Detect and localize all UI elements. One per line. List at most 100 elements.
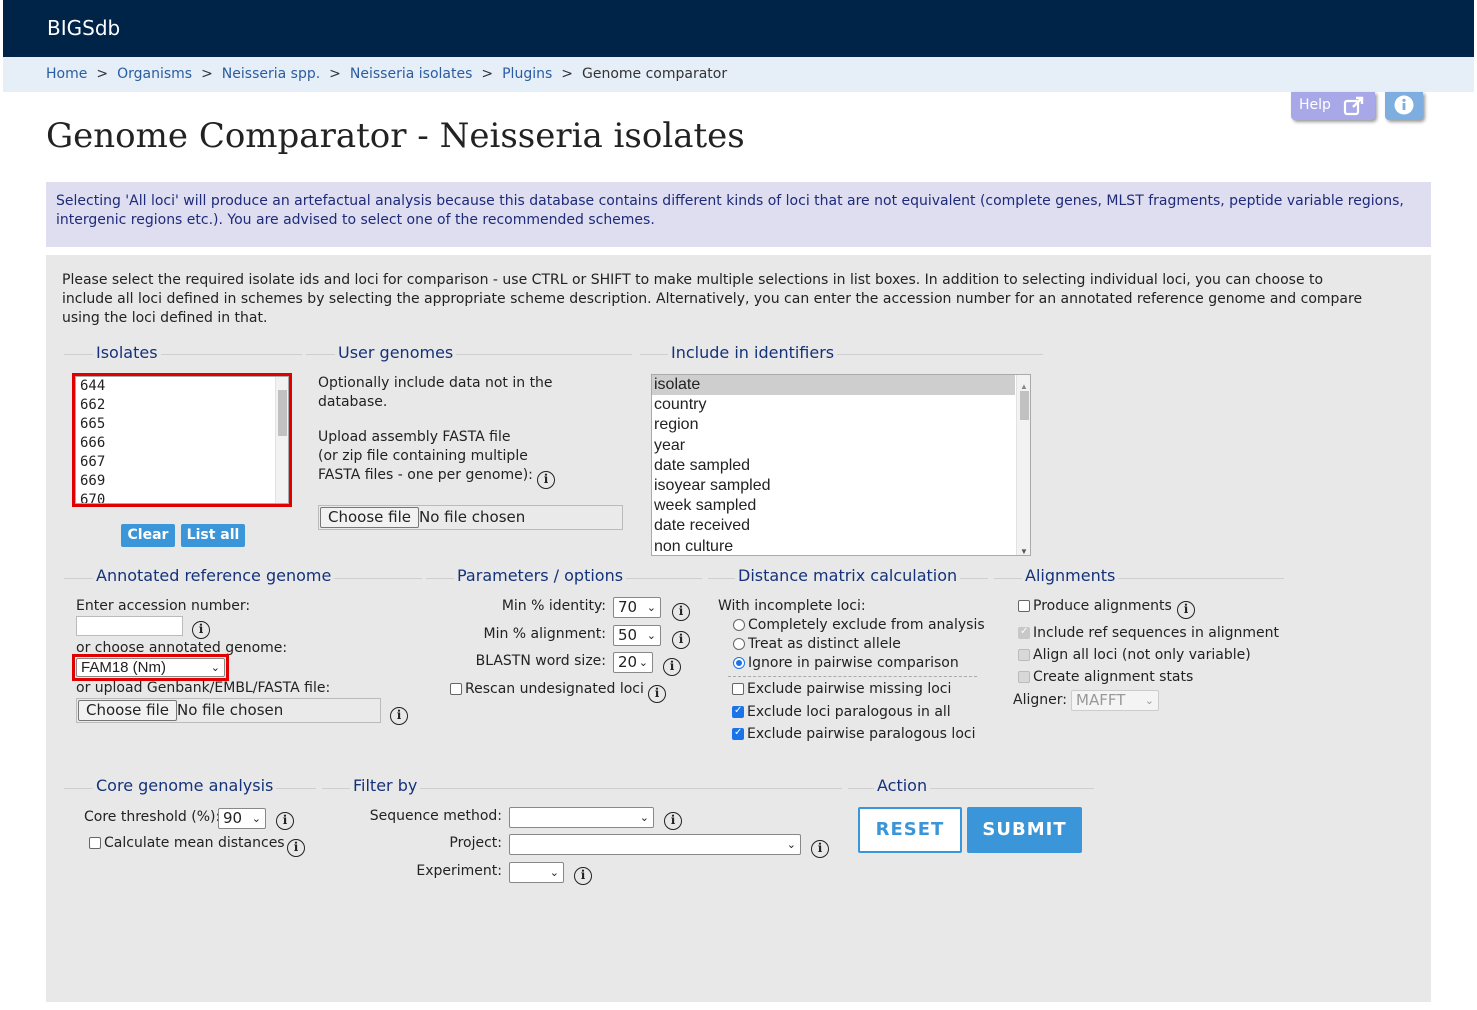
- isolates-scrollbar[interactable]: [275, 377, 288, 503]
- help-button[interactable]: Help: [1291, 92, 1375, 120]
- brand-logo[interactable]: BIGSdb: [47, 16, 120, 40]
- info-icon[interactable]: i: [574, 867, 592, 885]
- info-icon[interactable]: i: [276, 812, 294, 830]
- info-icon[interactable]: i: [672, 631, 690, 649]
- isolate-option[interactable]: 662: [80, 396, 105, 415]
- scroll-thumb[interactable]: [1020, 391, 1029, 420]
- rescan-label: Rescan undesignated loci: [465, 681, 644, 697]
- breadcrumb-separator: >: [329, 66, 341, 82]
- identifier-option[interactable]: week sampled: [652, 496, 1015, 516]
- radio-exclude-analysis[interactable]: [733, 619, 745, 631]
- reference-genome-select[interactable]: FAM18 (Nm) ⌄: [76, 658, 225, 677]
- radio-ignore-pairwise[interactable]: [733, 657, 745, 669]
- page-title: Genome Comparator - Neisseria isolates: [46, 116, 745, 156]
- identifier-option[interactable]: country: [652, 395, 1015, 415]
- identifier-option[interactable]: isoyear sampled: [652, 476, 1015, 496]
- alignment-stats-checkbox[interactable]: [1018, 671, 1030, 683]
- info-icon[interactable]: i: [192, 621, 210, 639]
- clear-button[interactable]: Clear: [121, 524, 175, 547]
- submit-button[interactable]: SUBMIT: [967, 807, 1082, 853]
- choose-file-button[interactable]: Choose file: [320, 507, 419, 528]
- chevron-down-icon: ⌄: [646, 601, 656, 614]
- identifiers-listbox[interactable]: isolate country region year date sampled…: [651, 374, 1031, 556]
- isolate-option[interactable]: 667: [80, 453, 105, 472]
- user-genome-file-input[interactable]: Choose file No file chosen: [318, 505, 623, 530]
- info-icon[interactable]: i: [287, 839, 305, 857]
- min-alignment-label: Min % alignment:: [483, 626, 607, 642]
- aligner-select[interactable]: MAFFT ⌄: [1071, 690, 1159, 711]
- identifier-option[interactable]: region: [652, 415, 1015, 435]
- word-size-value: 20: [618, 653, 638, 671]
- core-threshold-select[interactable]: 90 ⌄: [218, 808, 266, 829]
- isolate-option[interactable]: 665: [80, 415, 105, 434]
- info-icon[interactable]: i: [1177, 601, 1195, 619]
- chevron-down-icon: ⌄: [786, 838, 796, 851]
- reference-file-input[interactable]: Choose file No file chosen: [76, 698, 381, 723]
- min-alignment-select[interactable]: 50 ⌄: [613, 625, 661, 646]
- isolate-option[interactable]: 670: [80, 491, 105, 503]
- info-icon[interactable]: i: [390, 707, 408, 725]
- info-icon[interactable]: i: [672, 603, 690, 621]
- exclude-pairwise-paralogous-checkbox[interactable]: [732, 727, 744, 740]
- identifiers-scrollbar[interactable]: ▲ ▼: [1016, 375, 1030, 555]
- core-legend: Core genome analysis: [93, 776, 277, 795]
- scroll-thumb[interactable]: [278, 390, 287, 436]
- intro-text: Please select the required isolate ids a…: [62, 272, 1363, 326]
- accession-input[interactable]: [76, 616, 183, 636]
- info-button[interactable]: [1385, 92, 1423, 120]
- isolates-listbox[interactable]: 644 662 665 666 667 669 670: [75, 376, 289, 504]
- radio-distinct-allele[interactable]: [733, 638, 745, 650]
- list-all-button[interactable]: List all: [181, 524, 245, 547]
- info-icon[interactable]: i: [648, 685, 666, 703]
- exclude-paralogous-all-checkbox[interactable]: [732, 705, 744, 718]
- upload-label-1: Upload assembly FASTA file: [318, 429, 511, 445]
- mean-distances-checkbox[interactable]: [89, 837, 101, 849]
- chevron-down-icon: ⌄: [638, 656, 648, 669]
- breadcrumb-neisseria-isolates[interactable]: Neisseria isolates: [350, 66, 472, 82]
- identifier-option[interactable]: year: [652, 436, 1015, 456]
- info-icon[interactable]: i: [811, 840, 829, 858]
- identifier-option[interactable]: non culture: [652, 537, 1015, 555]
- produce-alignments-checkbox[interactable]: [1018, 600, 1030, 612]
- choose-file-button[interactable]: Choose file: [78, 700, 177, 721]
- breadcrumb-neisseria-spp[interactable]: Neisseria spp.: [222, 66, 320, 82]
- min-identity-value: 70: [618, 598, 638, 616]
- isolate-option[interactable]: 644: [80, 377, 105, 396]
- info-icon[interactable]: i: [664, 812, 682, 830]
- isolate-option[interactable]: 666: [80, 434, 105, 453]
- info-icon[interactable]: i: [663, 658, 681, 676]
- upload-label-3: FASTA files - one per genome):: [318, 467, 533, 483]
- breadcrumb-separator: >: [561, 66, 573, 82]
- project-select[interactable]: ⌄: [509, 834, 801, 855]
- rescan-checkbox[interactable]: [450, 683, 462, 695]
- reset-button[interactable]: RESET: [858, 807, 962, 853]
- identifier-option[interactable]: date received: [652, 516, 1015, 536]
- scroll-down-icon[interactable]: ▼: [1020, 542, 1028, 555]
- breadcrumb-home[interactable]: Home: [46, 66, 87, 82]
- align-all-checkbox[interactable]: [1018, 649, 1030, 661]
- min-identity-select[interactable]: 70 ⌄: [613, 597, 661, 618]
- chevron-down-icon: ⌄: [639, 811, 649, 824]
- identifiers-legend: Include in identifiers: [668, 343, 838, 362]
- experiment-select[interactable]: ⌄: [509, 862, 564, 883]
- exclude-missing-checkbox[interactable]: [732, 683, 744, 695]
- word-size-select[interactable]: 20 ⌄: [613, 652, 653, 673]
- action-legend: Action: [874, 776, 931, 795]
- project-label: Project:: [449, 835, 502, 851]
- user-genomes-legend: User genomes: [335, 343, 457, 362]
- identifier-option-selected[interactable]: isolate: [652, 375, 1015, 396]
- no-file-text: No file chosen: [177, 701, 284, 719]
- isolate-option[interactable]: 669: [80, 472, 105, 491]
- identifier-option[interactable]: date sampled: [652, 456, 1015, 476]
- sequence-method-select[interactable]: ⌄: [509, 807, 654, 828]
- info-icon[interactable]: i: [537, 471, 555, 489]
- divider: [728, 676, 977, 677]
- breadcrumb-plugins[interactable]: Plugins: [502, 66, 552, 82]
- produce-alignments-label: Produce alignments: [1033, 598, 1172, 614]
- breadcrumb: Home > Organisms > Neisseria spp. > Neisseria …: [46, 66, 727, 82]
- chevron-down-icon: ⌄: [1144, 694, 1154, 707]
- reference-genome-value: FAM18 (Nm): [81, 659, 167, 676]
- radio-label: Completely exclude from analysis: [748, 617, 985, 633]
- include-ref-checkbox[interactable]: [1018, 626, 1030, 639]
- breadcrumb-organisms[interactable]: Organisms: [117, 66, 192, 82]
